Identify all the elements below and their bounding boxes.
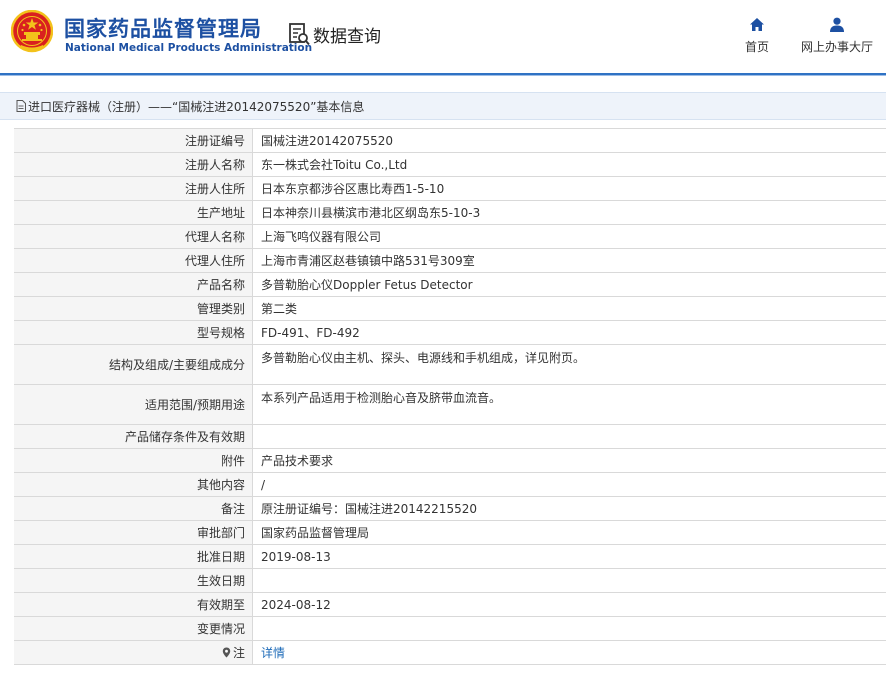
table-row: 型号规格 FD-491、FD-492 (14, 321, 886, 345)
field-label: 备注 (14, 497, 253, 520)
document-icon (16, 100, 26, 112)
field-label: 其他内容 (14, 473, 253, 496)
field-label: 代理人名称 (14, 225, 253, 248)
table-row: 管理类别 第二类 (14, 297, 886, 321)
table-row: 注册证编号 国械注进20142075520 (14, 129, 886, 153)
table-row: 批准日期 2019-08-13 (14, 545, 886, 569)
nav-online-hall-link[interactable]: 网上办事大厅 (797, 17, 877, 55)
data-query-label: 数据查询 (313, 26, 381, 47)
field-value (253, 569, 886, 592)
table-row: 备注 原注册证编号：国械注进20142215520 (14, 497, 886, 521)
table-row: 变更情况 (14, 617, 886, 641)
table-row: 注册人名称 东一株式会社Toitu Co.,Ltd (14, 153, 886, 177)
field-value: FD-491、FD-492 (261, 326, 360, 340)
field-value: 多普勒胎心仪由主机、探头、电源线和手机组成，详见附页。 (261, 351, 586, 365)
table-row: 有效期至 2024-08-12 (14, 593, 886, 617)
field-label: 管理类别 (14, 297, 253, 320)
field-value: 2019-08-13 (261, 549, 331, 564)
field-label: 注册证编号 (14, 129, 253, 152)
field-value: 原注册证编号：国械注进20142215520 (261, 502, 477, 516)
org-name-cn: 国家药品监督管理局 (64, 17, 262, 41)
field-label: 变更情况 (14, 617, 253, 640)
breadcrumb: 进口医疗器械（注册）——“国械注进20142075520”基本信息 (0, 92, 886, 120)
table-row: 注 详情 (14, 641, 886, 665)
nav-online-hall-label: 网上办事大厅 (800, 40, 873, 54)
table-row: 生产地址 日本神奈川县横滨市港北区纲岛东5-10-3 (14, 201, 886, 225)
field-value: 2024-08-12 (261, 597, 331, 612)
field-label: 产品名称 (14, 273, 253, 296)
field-label: 代理人住所 (14, 249, 253, 272)
field-label: 注册人住所 (14, 177, 253, 200)
field-value: 详情 (253, 641, 886, 664)
data-query-title: 数据查询 (288, 21, 381, 47)
field-value: 上海市青浦区赵巷镇镇中路531号309室 (261, 254, 475, 268)
table-row: 产品储存条件及有效期 (14, 425, 886, 449)
national-emblem-icon (11, 10, 53, 53)
field-value: 国械注进20142075520 (261, 134, 393, 148)
org-name-en: National Medical Products Administration (65, 42, 313, 54)
field-label: 产品储存条件及有效期 (14, 425, 253, 448)
nav-home-link[interactable]: 首页 (739, 17, 775, 55)
field-value: 日本神奈川县横滨市港北区纲岛东5-10-3 (261, 206, 481, 220)
details-link[interactable]: 详情 (261, 644, 285, 661)
site-header: 国家药品监督管理局 National Medical Products Admi… (0, 0, 886, 72)
table-row: 代理人住所 上海市青浦区赵巷镇镇中路531号309室 (14, 249, 886, 273)
device-detail-table: 注册证编号 国械注进20142075520 注册人名称 东一株式会社Toitu … (14, 128, 886, 665)
home-icon (750, 18, 764, 31)
table-row: 注册人住所 日本东京都涉谷区惠比寿西1-5-10 (14, 177, 886, 201)
field-value: 国家药品监督管理局 (261, 526, 370, 540)
field-value: 日本东京都涉谷区惠比寿西1-5-10 (261, 182, 445, 196)
note-label-text: 注 (232, 646, 245, 660)
field-value: 东一株式会社Toitu Co.,Ltd (261, 158, 408, 172)
table-row: 结构及组成/主要组成成分 多普勒胎心仪由主机、探头、电源线和手机组成，详见附页。 (14, 345, 886, 385)
field-value (253, 617, 886, 640)
header-divider-light (0, 75, 886, 76)
breadcrumb-text: 进口医疗器械（注册）——“国械注进20142075520”基本信息 (28, 100, 365, 114)
field-value: / (261, 477, 266, 492)
table-row: 其他内容 / (14, 473, 886, 497)
field-label: 注册人名称 (14, 153, 253, 176)
field-value: 上海飞鸣仪器有限公司 (261, 230, 382, 244)
field-value: 多普勒胎心仪Doppler Fetus Detector (261, 278, 473, 292)
note-label: 注 (14, 641, 253, 664)
pin-icon (222, 647, 231, 658)
field-value (253, 425, 886, 448)
user-icon (830, 17, 844, 32)
table-row: 附件 产品技术要求 (14, 449, 886, 473)
field-label: 附件 (14, 449, 253, 472)
table-row: 审批部门 国家药品监督管理局 (14, 521, 886, 545)
field-label: 有效期至 (14, 593, 253, 616)
table-row: 代理人名称 上海飞鸣仪器有限公司 (14, 225, 886, 249)
field-value: 产品技术要求 (261, 454, 334, 468)
nav-home-label: 首页 (744, 40, 769, 54)
field-label: 批准日期 (14, 545, 253, 568)
field-label: 生产地址 (14, 201, 253, 224)
field-label: 审批部门 (14, 521, 253, 544)
field-label: 型号规格 (14, 321, 253, 344)
document-search-icon (289, 23, 310, 46)
field-label: 适用范围/预期用途 (14, 385, 253, 424)
field-value: 第二类 (261, 302, 298, 316)
field-label: 生效日期 (14, 569, 253, 592)
table-row: 生效日期 (14, 569, 886, 593)
field-label: 结构及组成/主要组成成分 (14, 345, 253, 384)
table-row: 产品名称 多普勒胎心仪Doppler Fetus Detector (14, 273, 886, 297)
table-row: 适用范围/预期用途 本系列产品适用于检测胎心音及脐带血流音。 (14, 385, 886, 425)
field-value: 本系列产品适用于检测胎心音及脐带血流音。 (261, 391, 502, 405)
